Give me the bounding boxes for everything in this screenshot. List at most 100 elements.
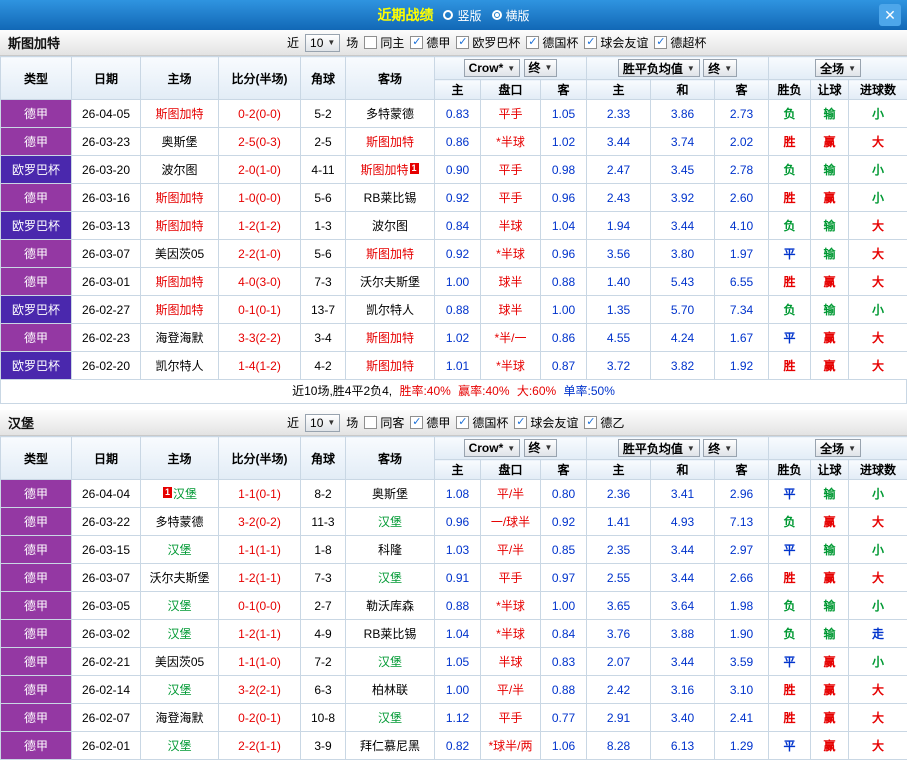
team-link[interactable]: 科隆	[378, 543, 402, 557]
team-link[interactable]: 汉堡	[378, 655, 402, 669]
team-link[interactable]: 斯图加特	[155, 191, 203, 205]
scope-select[interactable]: 全场	[815, 59, 861, 77]
avg-home-cell: 2.47	[587, 156, 651, 184]
team-link[interactable]: 奥斯堡	[372, 487, 408, 501]
team-link[interactable]: 斯图加特	[155, 107, 203, 121]
league-checkbox[interactable]: ✓球会友谊	[584, 34, 648, 51]
same-away-checkbox[interactable]: 同客	[364, 414, 404, 431]
avg-time-select[interactable]: 终	[703, 59, 737, 77]
team-link[interactable]: 拜仁慕尼黑	[360, 739, 420, 753]
match-row: 德甲26-03-02汉堡1-2(1-1)4-9RB莱比锡1.04*半球0.843…	[1, 620, 907, 648]
league-checkbox[interactable]: ✓德乙	[584, 414, 624, 431]
close-button[interactable]: ✕	[879, 4, 901, 26]
team-link[interactable]: 汉堡	[378, 515, 402, 529]
avg-draw-cell: 3.88	[651, 620, 715, 648]
league-checkbox[interactable]: ✓德甲	[410, 34, 450, 51]
league-checkbox[interactable]: ✓德国杯	[526, 34, 578, 51]
team-link[interactable]: 美因茨05	[155, 247, 204, 261]
team-link[interactable]: RB莱比锡	[364, 627, 417, 641]
team-link[interactable]: 波尔图	[372, 219, 408, 233]
team-link[interactable]: 多特蒙德	[155, 515, 203, 529]
team-link[interactable]: 柏林联	[372, 683, 408, 697]
handicap-result-cell: 赢	[811, 648, 849, 676]
same-home-checkbox[interactable]: 同主	[364, 34, 404, 51]
team-link[interactable]: 凯尔特人	[155, 359, 203, 373]
avg-time-select[interactable]: 终	[703, 439, 737, 457]
filter-bar: 近 10 场 同主 ✓德甲✓欧罗巴杯✓德国杯✓球会友谊✓德超杯	[287, 34, 706, 52]
team-link[interactable]: 汉堡	[167, 543, 191, 557]
layout-radio-vertical[interactable]: 竖版	[443, 7, 481, 24]
odds-home-cell: 1.05	[435, 648, 481, 676]
match-row: 德甲26-02-23海登海默3-3(2-2)3-4斯图加特1.02*半/一0.8…	[1, 324, 907, 352]
odds-time-select[interactable]: 终	[524, 59, 558, 77]
col-away: 客场	[346, 437, 435, 480]
league-checkbox[interactable]: ✓德甲	[410, 414, 450, 431]
league-checkbox[interactable]: ✓球会友谊	[514, 414, 578, 431]
recent-count-select[interactable]: 10	[305, 34, 340, 52]
avg-select[interactable]: 胜平负均值	[618, 439, 700, 457]
odds-source-select[interactable]: Crow*	[464, 59, 521, 77]
near-label: 近	[287, 34, 299, 51]
avg-draw-cell: 3.44	[651, 648, 715, 676]
away-cell: RB莱比锡	[346, 620, 435, 648]
col-type: 类型	[1, 57, 72, 100]
odds-away-cell: 0.88	[541, 676, 587, 704]
team-link[interactable]: 美因茨05	[155, 655, 204, 669]
team-link[interactable]: 汉堡	[167, 739, 191, 753]
same-away-label: 同客	[380, 414, 404, 431]
team-link[interactable]: 斯图加特	[366, 331, 414, 345]
scope-select[interactable]: 全场	[815, 439, 861, 457]
league-checkbox[interactable]: ✓德国杯	[456, 414, 508, 431]
team-link[interactable]: 汉堡	[378, 711, 402, 725]
team-link[interactable]: 汉堡	[167, 627, 191, 641]
league-checkbox[interactable]: ✓德超杯	[654, 34, 706, 51]
odds-group-header: Crow* 终	[435, 57, 587, 80]
score-cell: 1-1(0-1)	[219, 480, 301, 508]
league-checkbox-label: 德超杯	[670, 34, 706, 51]
team-link[interactable]: 凯尔特人	[366, 303, 414, 317]
team-link[interactable]: 斯图加特	[155, 275, 203, 289]
filter-bar: 近 10 场 同客 ✓德甲✓德国杯✓球会友谊✓德乙	[287, 414, 624, 432]
away-cell: 汉堡	[346, 704, 435, 732]
team-link[interactable]: 斯图加特	[366, 135, 414, 149]
result-cell: 胜	[769, 184, 811, 212]
corner-cell: 3-4	[301, 324, 346, 352]
odds-time-value: 终	[529, 439, 541, 456]
team-link[interactable]: 汉堡	[167, 599, 191, 613]
team-link[interactable]: 多特蒙德	[366, 107, 414, 121]
team-link[interactable]: 斯图加特	[360, 163, 408, 177]
league-checkbox[interactable]: ✓欧罗巴杯	[456, 34, 520, 51]
team-link[interactable]: 汉堡	[167, 683, 191, 697]
team-link[interactable]: 斯图加特	[155, 303, 203, 317]
team-link[interactable]: 斯图加特	[366, 247, 414, 261]
layout-radio-horizontal[interactable]: 横版	[492, 7, 530, 24]
col-avg-draw: 和	[651, 80, 715, 100]
team-link[interactable]: 波尔图	[161, 163, 197, 177]
odds-source-select[interactable]: Crow*	[464, 439, 521, 457]
team-link[interactable]: 勒沃库森	[366, 599, 414, 613]
avg-home-cell: 1.40	[587, 268, 651, 296]
odds-time-select[interactable]: 终	[524, 439, 558, 457]
corner-cell: 5-2	[301, 100, 346, 128]
result-cell: 胜	[769, 564, 811, 592]
team-link[interactable]: 汉堡	[173, 487, 197, 501]
team-link[interactable]: 斯图加特	[366, 359, 414, 373]
recent-count-select[interactable]: 10	[305, 414, 340, 432]
close-icon: ✕	[884, 7, 896, 23]
team-link[interactable]: 奥斯堡	[161, 135, 197, 149]
team-link[interactable]: 海登海默	[155, 711, 203, 725]
team-link[interactable]: 沃尔夫斯堡	[360, 275, 420, 289]
odds-home-cell: 0.92	[435, 240, 481, 268]
home-cell: 美因茨05	[141, 648, 219, 676]
home-cell: 波尔图	[141, 156, 219, 184]
avg-select[interactable]: 胜平负均值	[618, 59, 700, 77]
team-link[interactable]: 汉堡	[378, 571, 402, 585]
result-cell: 胜	[769, 676, 811, 704]
odds-away-cell: 1.00	[541, 296, 587, 324]
home-cell: 多特蒙德	[141, 508, 219, 536]
team-link[interactable]: RB莱比锡	[364, 191, 417, 205]
team-link[interactable]: 斯图加特	[155, 219, 203, 233]
odds-group-header: Crow* 终	[435, 437, 587, 460]
team-link[interactable]: 沃尔夫斯堡	[149, 571, 209, 585]
team-link[interactable]: 海登海默	[155, 331, 203, 345]
